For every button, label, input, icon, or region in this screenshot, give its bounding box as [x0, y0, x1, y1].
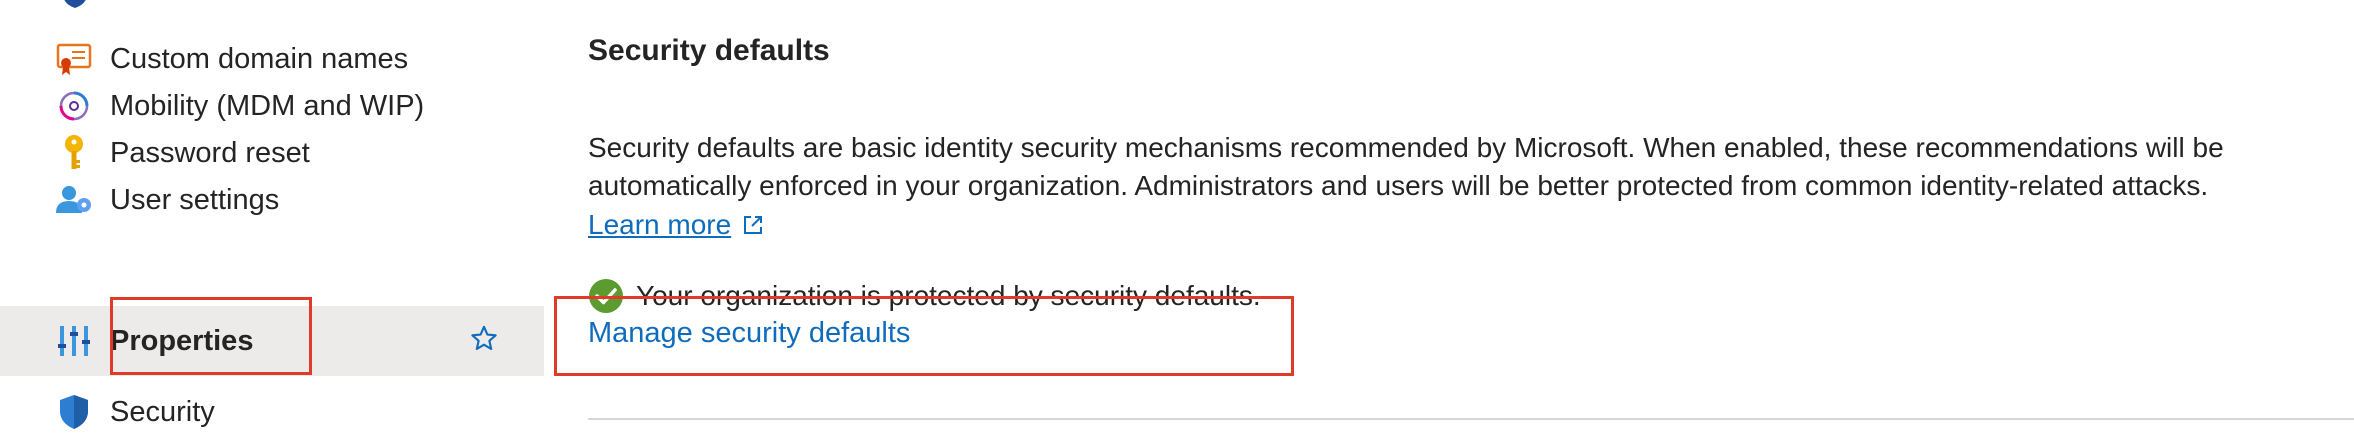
external-link-icon [744, 216, 763, 234]
sidebar-item-properties[interactable]: Properties [0, 306, 544, 376]
shield-icon [54, 392, 94, 432]
learn-more-link[interactable]: Learn more [588, 209, 765, 241]
learn-more-label: Learn more [588, 209, 732, 240]
divider [588, 418, 2354, 420]
description-text: Security defaults are basic identity sec… [588, 132, 2224, 201]
user-settings-icon [54, 180, 94, 220]
sidebar-item-label: Properties [110, 324, 254, 357]
status-row: Your organization is protected by securi… [588, 278, 1261, 314]
sidebar-item-user-settings[interactable]: User settings [0, 165, 544, 235]
partial-nav-item [0, 0, 544, 8]
success-check-icon [589, 279, 623, 313]
manage-security-defaults-link[interactable]: Manage security defaults [588, 317, 910, 350]
sidebar-item-security[interactable]: Security [0, 377, 544, 447]
section-title: Security defaults [588, 34, 830, 67]
sidebar-nav: Custom domain names Mobility (MDM and WI… [0, 0, 544, 438]
sidebar-item-label: Security [110, 395, 215, 428]
shield-partial-icon [64, 0, 86, 8]
star-icon[interactable] [470, 325, 498, 358]
status-message: Your organization is protected by securi… [636, 280, 1261, 311]
security-defaults-section: Security defaults Security defaults are … [588, 0, 2354, 438]
properties-icon [54, 321, 94, 361]
sidebar-item-label: User settings [110, 183, 280, 216]
